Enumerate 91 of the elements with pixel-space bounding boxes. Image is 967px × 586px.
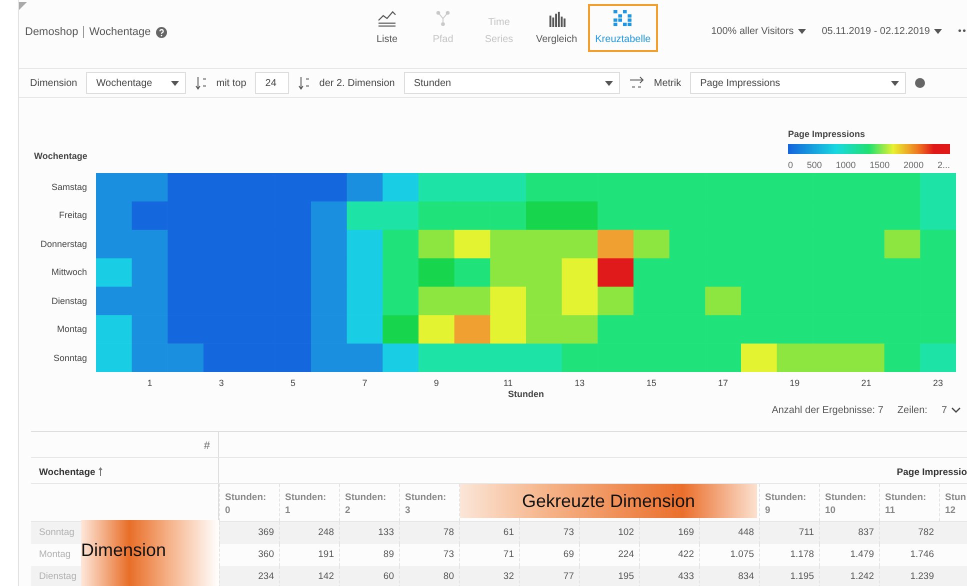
axis-tick-label: 23 xyxy=(932,378,943,388)
axis-tick-label: 5 xyxy=(290,378,296,388)
caret-icon xyxy=(934,29,942,34)
table-cell: 837 xyxy=(819,522,879,544)
result-count: Anzahl der Ergebnisse: 7 xyxy=(772,404,884,416)
annotation-label: Dimension xyxy=(81,520,219,586)
chevron-down-icon xyxy=(951,407,961,413)
legend-tick: 0 xyxy=(788,160,794,170)
axis-tick-label: 9 xyxy=(434,378,439,388)
divider-icon xyxy=(83,26,84,38)
axis-title: Wochentage xyxy=(33,151,88,163)
help-icon xyxy=(915,78,926,88)
axis-tick-label: 19 xyxy=(790,378,800,388)
table-cell: 80 xyxy=(399,566,459,586)
field-label: der 2. Dimension xyxy=(319,78,395,88)
help-icon xyxy=(156,26,167,38)
axis-tick-label: 1 xyxy=(147,378,152,388)
table-cell: 142 xyxy=(279,566,339,586)
table-cell: 1.242 xyxy=(819,566,879,586)
segment-dropdown[interactable]: 100% aller Visitors xyxy=(711,26,806,37)
caret-icon xyxy=(798,29,806,34)
legend-tick: 2... xyxy=(937,160,950,170)
column-header: # xyxy=(31,432,219,457)
line-chart-icon xyxy=(377,10,397,27)
column-header[interactable]: Wochentage xyxy=(39,467,96,478)
table-cell: 195 xyxy=(579,566,639,586)
table-cell: 60 xyxy=(339,566,399,586)
caret-icon xyxy=(171,80,180,86)
field-label: Dimension xyxy=(30,78,78,88)
legend-tick: 1000 xyxy=(836,160,856,170)
metric-dropdown[interactable]: Page Impressions xyxy=(690,72,906,94)
grid-icon xyxy=(613,10,632,27)
axis-tick-label: 7 xyxy=(362,378,368,388)
axis-tick-label: 15 xyxy=(646,378,656,388)
table-cell: 61 xyxy=(459,522,519,544)
top-dropdown[interactable]: 24 xyxy=(255,72,290,94)
row-label: Sonntag xyxy=(52,352,88,365)
table-cell: 77 xyxy=(519,566,579,586)
table-cell: 1.239 xyxy=(879,566,939,586)
table-cell: 73 xyxy=(519,522,579,544)
second-dimension-dropdown[interactable]: Stunden xyxy=(404,72,620,94)
caret-icon xyxy=(891,80,900,86)
axis-tick-label: 11 xyxy=(503,378,513,388)
axis-tick-label: 21 xyxy=(861,378,872,388)
rows-dropdown[interactable]: 7 xyxy=(941,404,961,416)
table-cell: 448 xyxy=(699,522,759,544)
legend-title: Page Impressions xyxy=(788,129,866,139)
row-label: Freitag xyxy=(58,209,88,222)
row-label: Samstag xyxy=(50,181,88,194)
table-cell: 834 xyxy=(699,566,759,586)
date-range-dropdown[interactable]: 05.11.2019 - 02.12.2019 xyxy=(822,26,942,37)
annotation-label: Gekreuzte Dimension xyxy=(460,484,757,518)
table-cell: 32 xyxy=(459,566,519,586)
dimension-dropdown[interactable]: Wochentage xyxy=(86,72,186,94)
sort-icon[interactable] xyxy=(298,76,310,90)
axis-tick-label: 17 xyxy=(718,378,728,388)
corner-icon xyxy=(19,2,27,10)
table-cell: 133 xyxy=(339,522,399,544)
table-cell: 169 xyxy=(639,522,699,544)
table-cell: 1.195 xyxy=(759,566,819,586)
bar-chart-icon xyxy=(548,10,566,27)
report-title: Wochentage xyxy=(89,26,151,38)
axis-tick-label: 13 xyxy=(574,378,585,388)
node-path-icon xyxy=(435,10,451,27)
table-cell: 782 xyxy=(879,522,939,544)
row-label: Dienstag xyxy=(50,294,88,308)
table-cell: 248 xyxy=(279,522,339,544)
breadcrumb-link[interactable]: Demoshop xyxy=(25,26,78,38)
row-label: Mittwoch xyxy=(50,266,88,280)
sort-icon[interactable] xyxy=(98,467,104,476)
view-tab[interactable]: Vergleich xyxy=(529,4,584,52)
table-cell: 78 xyxy=(399,522,459,544)
row-label: Montag xyxy=(56,323,88,336)
column-header: Page Impressio xyxy=(896,466,967,480)
legend-tick: 2000 xyxy=(904,160,924,170)
axis-title: Stunden xyxy=(507,388,545,400)
legend-tick: 500 xyxy=(806,160,822,170)
field-label: mit top xyxy=(216,78,246,88)
caret-icon xyxy=(604,80,613,86)
field-label: Metrik xyxy=(654,78,682,88)
more-menu[interactable]: •• xyxy=(958,26,967,37)
sort-icon[interactable] xyxy=(195,76,208,90)
table-cell: 433 xyxy=(639,566,699,586)
legend-tick: 1500 xyxy=(870,160,890,170)
table-cell: 102 xyxy=(579,522,639,544)
swap-icon[interactable] xyxy=(628,76,645,90)
table-cell: 711 xyxy=(759,522,819,544)
axis-tick-label: 3 xyxy=(218,378,224,388)
row-label: Donnerstag xyxy=(39,238,88,251)
view-tab[interactable]: Liste xyxy=(361,4,413,52)
field-label: Zeilen: xyxy=(897,404,928,416)
